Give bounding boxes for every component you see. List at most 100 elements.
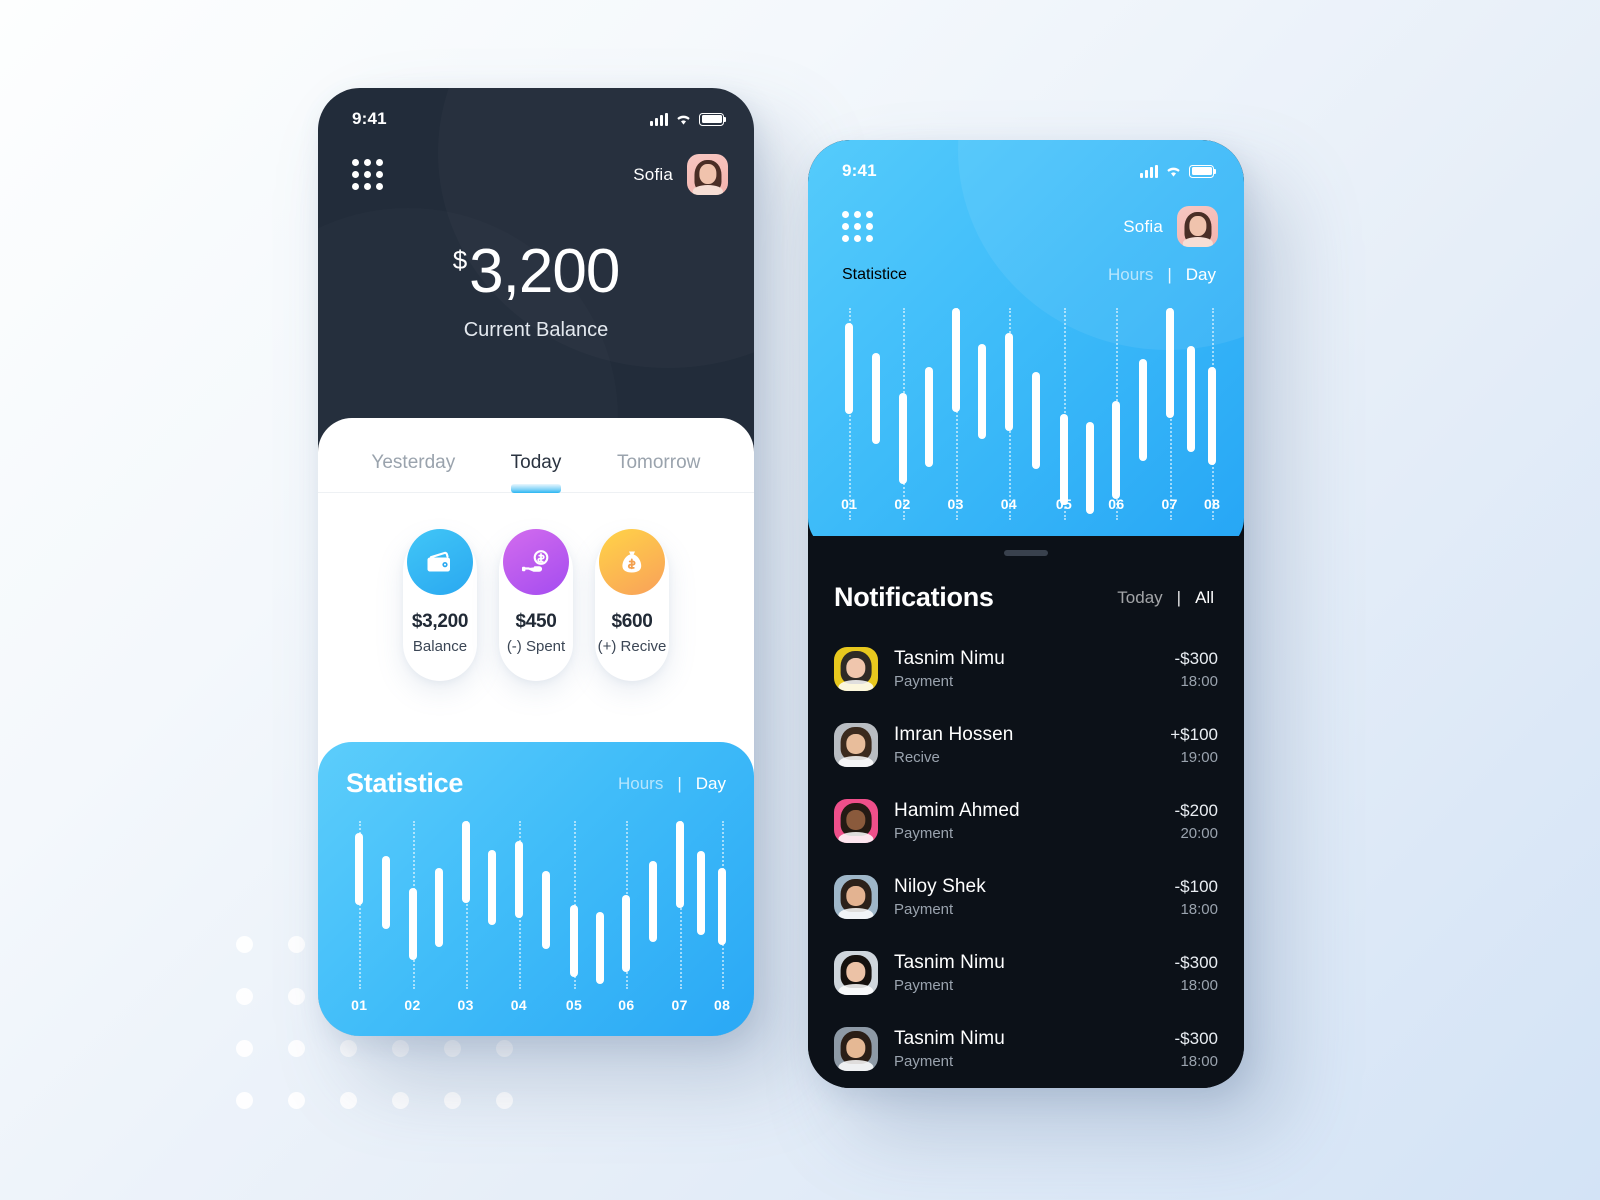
- avatar: [834, 875, 878, 919]
- statistic-chart: 01 02 03 04 05 06 07 08: [836, 308, 1220, 520]
- range-option-day[interactable]: Day: [696, 774, 726, 794]
- money-bag-icon: [599, 529, 665, 595]
- notification-text: Tasnim Nimu Payment: [894, 1028, 1159, 1070]
- chart-bar: [1139, 358, 1148, 461]
- statistic-panel: 9:41 Sofia Statistice Hours | Day 01 02 …: [808, 140, 1244, 552]
- card-recive[interactable]: $600 (+) Recive: [595, 529, 669, 681]
- tab-yesterday[interactable]: Yesterday: [352, 452, 475, 492]
- battery-full-icon: [1189, 164, 1217, 178]
- range-option-hours[interactable]: Hours: [1108, 265, 1153, 285]
- chart-bar: [1165, 308, 1174, 419]
- notification-row[interactable]: Imran Hossen Recive +$100 19:00: [834, 707, 1218, 783]
- card-label: Balance: [412, 638, 468, 655]
- chart-bar: [622, 894, 631, 973]
- user-profile[interactable]: Sofia: [633, 154, 728, 195]
- statistic-card: Statistice Hours | Day 01 02 03 04 05 06 07 08: [318, 742, 754, 1036]
- card-value: $3,200: [411, 611, 469, 632]
- filter-option-today[interactable]: Today: [1117, 588, 1162, 608]
- notification-time: 20:00: [1180, 824, 1218, 842]
- notification-row[interactable]: Hamim Ahmed Payment -$200 20:00: [834, 783, 1218, 859]
- chart-tick-label: 06: [618, 997, 635, 1013]
- user-name: Sofia: [1123, 216, 1163, 236]
- filter-option-all[interactable]: All: [1195, 588, 1214, 608]
- avatar: [834, 951, 878, 995]
- chart-tick-label: 06: [1108, 496, 1125, 512]
- avatar: [834, 1027, 878, 1071]
- user-profile[interactable]: Sofia: [1123, 206, 1218, 247]
- chart-x-axis: 01 02 03 04 05 06 07 08: [346, 997, 730, 1021]
- card-label: (+) Recive: [597, 638, 667, 655]
- notification-meta: -$300 18:00: [1175, 1029, 1218, 1070]
- range-option-day[interactable]: Day: [1186, 265, 1216, 285]
- filter-separator: |: [1176, 587, 1182, 607]
- notification-meta: -$200 20:00: [1175, 801, 1218, 842]
- notification-amount: -$300: [1174, 1028, 1218, 1048]
- card-label: (-) Spent: [506, 638, 566, 655]
- range-option-hours[interactable]: Hours: [618, 774, 663, 794]
- notification-name: Tasnim Nimu: [894, 648, 1005, 669]
- balance-label: Current Balance: [463, 319, 609, 341]
- grid-menu-icon[interactable]: [842, 211, 873, 242]
- status-icons: [1140, 164, 1217, 178]
- chart-bar: [1060, 414, 1068, 506]
- chart-x-axis: 01 02 03 04 05 06 07 08: [836, 496, 1220, 520]
- card-balance[interactable]: $3,200 Balance: [403, 529, 477, 681]
- status-bar: 9:41: [808, 140, 1244, 192]
- chart-bar: [381, 856, 390, 929]
- notification-row[interactable]: Tasnim Nimu Payment -$300 18:00: [834, 631, 1218, 707]
- chart-bar: [514, 841, 523, 919]
- chart-tick-label: 03: [947, 496, 964, 512]
- card-spent[interactable]: $450 (-) Spent: [499, 529, 573, 681]
- chart-bar: [951, 308, 960, 412]
- chart-bar: [488, 849, 497, 926]
- notification-type: Payment: [894, 901, 954, 918]
- notification-time: 18:00: [1180, 672, 1218, 690]
- chart-plot-area: [346, 821, 727, 989]
- notification-row[interactable]: Tasnim Nimu Payment -$300 18:00: [834, 1011, 1218, 1087]
- summary-cards: $3,200 Balance $450 (-) Spent $600 (+) R…: [318, 493, 754, 681]
- tab-tomorrow[interactable]: Tomorrow: [597, 452, 720, 492]
- statistic-range-toggle: Hours | Day: [1108, 265, 1216, 285]
- card-value: $450: [515, 611, 557, 632]
- statistic-title: Statistice: [346, 768, 464, 798]
- chart-bar: [408, 888, 417, 961]
- statistic-header: Statistice Hours | Day: [808, 247, 1244, 285]
- notification-meta: -$100 18:00: [1175, 877, 1218, 918]
- balance-value: 3,200: [469, 237, 620, 306]
- chart-bar: [675, 821, 684, 909]
- wifi-icon: [1167, 167, 1180, 177]
- notification-row[interactable]: Tasnim Nimu Payment -$300 18:00: [834, 935, 1218, 1011]
- notification-time: 18:00: [1180, 900, 1218, 918]
- notification-meta: -$300 18:00: [1175, 953, 1218, 994]
- status-time: 9:41: [842, 161, 877, 180]
- avatar[interactable]: [1177, 206, 1218, 247]
- chart-tick-label: 05: [565, 997, 583, 1013]
- phone-one-screen: 9:41 Sofia $ 3,200 Current Balance Yeste…: [318, 88, 754, 1036]
- card-value: $600: [611, 611, 653, 632]
- avatar[interactable]: [687, 154, 728, 195]
- notification-amount: -$300: [1174, 648, 1218, 668]
- app-header: Sofia: [808, 192, 1244, 247]
- status-time: 9:41: [352, 109, 387, 128]
- notification-meta: -$300 18:00: [1175, 649, 1218, 690]
- chart-tick-label: 08: [714, 997, 731, 1013]
- chart-bar: [649, 861, 658, 942]
- notification-row[interactable]: Niloy Shek Payment -$100 18:00: [834, 859, 1218, 935]
- chart-bar: [1112, 401, 1121, 499]
- chart-bar: [1004, 333, 1013, 431]
- notifications-list: Tasnim Nimu Payment -$300 18:00 Imran Hossen…: [808, 613, 1244, 1087]
- notification-name: Tasnim Nimu: [894, 1028, 1005, 1049]
- notification-type: Payment: [894, 977, 954, 994]
- chart-bar: [845, 322, 854, 414]
- avatar: [834, 799, 878, 843]
- tab-today[interactable]: Today: [475, 452, 598, 492]
- currency-symbol: $: [452, 245, 468, 275]
- chart-tick-label: 07: [1161, 496, 1178, 512]
- grid-menu-icon[interactable]: [352, 159, 383, 190]
- notifications-panel: Notifications Today | All Tasnim Nimu Pay…: [808, 536, 1244, 1088]
- chart-tick-label: 04: [510, 997, 528, 1013]
- battery-full-icon: [699, 112, 727, 126]
- chart-bar: [541, 871, 550, 949]
- chart-bar: [1031, 371, 1040, 470]
- chart-bar: [1208, 367, 1217, 465]
